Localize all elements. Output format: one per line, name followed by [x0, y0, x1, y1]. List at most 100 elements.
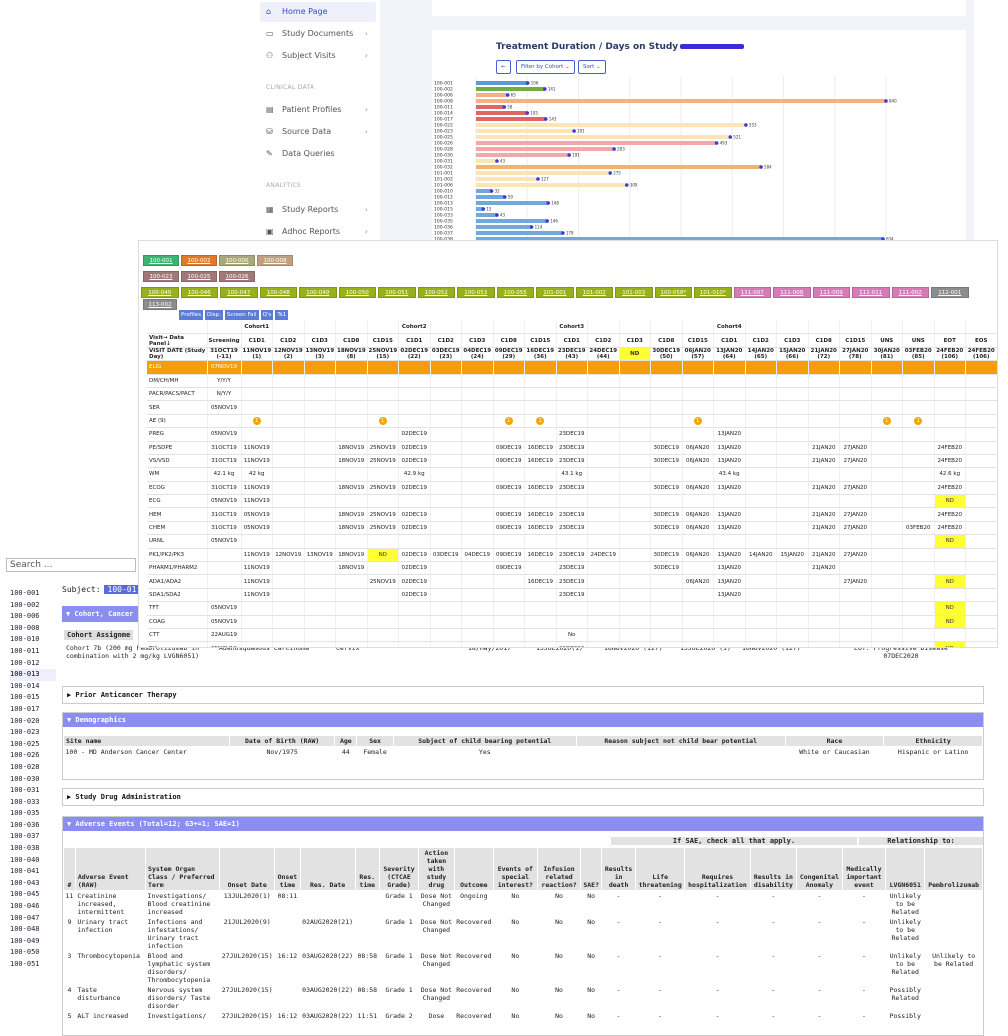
subject-chip[interactable]: 111-002 — [891, 287, 929, 298]
visit-cell[interactable]: 13JAN20 — [713, 481, 746, 496]
visit-cell[interactable]: 16DEC19 — [524, 521, 557, 536]
duration-bar[interactable] — [476, 165, 762, 169]
ae-count-badge[interactable]: 1 — [536, 416, 545, 425]
subject-list-item[interactable]: 100-037 — [10, 831, 56, 843]
duration-bar[interactable] — [476, 201, 549, 205]
search-input[interactable]: Search ... — [6, 558, 136, 572]
visit-cell[interactable]: 18NOV19 — [335, 561, 368, 576]
toolbar-button-disp-[interactable]: Disp. — [204, 310, 223, 320]
visit-cell[interactable]: DM/CH/MH — [147, 374, 208, 388]
subject-list-item[interactable]: 100-046 — [10, 901, 56, 913]
subject-chip[interactable]: 100-050 — [338, 287, 376, 298]
visit-cell[interactable]: TFT — [147, 601, 208, 616]
visit-cell[interactable]: 16DEC19 — [524, 481, 557, 496]
visit-cell[interactable]: 06JAN20 — [682, 548, 714, 563]
visit-cell[interactable]: 13JAN20 — [713, 427, 746, 442]
visit-cell[interactable]: 16DEC19 — [524, 548, 557, 563]
visit-cell[interactable]: ND — [934, 494, 966, 509]
visit-cell[interactable]: 09DEC19 — [493, 481, 525, 496]
visit-cell[interactable]: 21JAN20 — [808, 548, 840, 563]
visit-cell[interactable]: 21JAN20 — [808, 507, 840, 522]
visit-cell[interactable]: 42.9 kg — [398, 467, 431, 482]
visit-cell[interactable]: 24DEC19 — [587, 548, 620, 563]
visit-cell[interactable]: 25NOV19 — [367, 507, 399, 522]
visit-cell[interactable]: 13NOV19 — [304, 548, 336, 563]
subject-chip[interactable]: 100-040 — [141, 287, 179, 298]
prior-therapy-header[interactable]: ▶ Prior Anticancer Therapy — [63, 687, 983, 701]
visit-cell[interactable]: 13JAN20 — [713, 521, 746, 536]
subject-list-item[interactable]: 100-006 — [10, 611, 56, 623]
visit-cell[interactable]: 30DEC19 — [650, 521, 683, 536]
subject-list-item[interactable]: 100-010 — [10, 634, 56, 646]
subject-chip[interactable]: 111-007 — [733, 287, 771, 298]
visit-cell[interactable]: 03FEB20 — [902, 521, 935, 536]
visit-cell[interactable]: 30DEC19 — [650, 441, 683, 455]
visit-cell[interactable]: 31OCT19 — [207, 521, 242, 536]
visit-cell[interactable]: 03DEC19 — [430, 548, 462, 563]
visit-cell[interactable]: 09DEC19 — [493, 521, 525, 536]
visit-cell[interactable]: 23DEC19 — [556, 507, 588, 522]
visit-cell[interactable]: N/Y/Y — [207, 387, 242, 402]
visit-cell[interactable]: 02DEC19 — [398, 507, 431, 522]
visit-cell[interactable]: 09DEC19 — [493, 454, 525, 469]
subject-list-item[interactable]: 100-031 — [10, 785, 56, 797]
visit-cell[interactable]: 05NOV19 — [241, 507, 273, 522]
subject-list-item[interactable]: 100-028 — [10, 762, 56, 774]
visit-cell[interactable]: 05NOV19 — [207, 534, 242, 549]
duration-bar[interactable] — [476, 135, 731, 139]
visit-cell[interactable]: 43.4 kg — [713, 467, 746, 482]
visit-cell[interactable]: VS/VSD — [147, 454, 208, 469]
visit-cell[interactable]: 05NOV19 — [207, 427, 242, 442]
subject-chip[interactable]: 101-010* — [694, 287, 732, 298]
duration-bar[interactable] — [476, 123, 746, 127]
subject-list-item[interactable]: 100-040 — [10, 855, 56, 867]
duration-bar[interactable] — [476, 141, 717, 145]
visit-cell[interactable]: WM — [147, 467, 208, 482]
subject-list-item[interactable]: 100-036 — [10, 820, 56, 832]
nav-item-patient-profiles[interactable]: ▤ Patient Profiles › — [260, 100, 376, 120]
visit-cell[interactable]: PK1/PK2/PK3 — [147, 548, 208, 563]
visit-cell[interactable]: 18NOV19 — [335, 481, 368, 496]
visit-cell[interactable]: URNL — [147, 534, 208, 549]
subject-chip[interactable]: 100-051 — [378, 287, 416, 298]
visit-cell[interactable]: 05NOV19 — [207, 400, 242, 415]
visit-cell[interactable]: 27JAN20 — [839, 481, 872, 496]
visit-cell[interactable]: 24FEB20 — [934, 507, 966, 522]
visit-cell[interactable]: CHEM — [147, 521, 208, 536]
visit-cell[interactable]: 18NOV19 — [335, 507, 368, 522]
visit-cell[interactable]: 1 — [902, 414, 935, 429]
visit-cell[interactable]: 07NOV19 — [207, 360, 242, 375]
duration-bar[interactable] — [476, 87, 545, 91]
visit-cell[interactable]: 42 kg — [241, 467, 273, 482]
visit-cell[interactable]: 02DEC19 — [398, 481, 431, 496]
visit-cell[interactable]: 09DEC19 — [493, 548, 525, 563]
visit-cell[interactable]: 02DEC19 — [398, 521, 431, 536]
visit-cell[interactable]: 13JAN20 — [713, 574, 746, 589]
visit-cell[interactable]: 1 — [524, 414, 557, 429]
visit-cell[interactable]: ND — [934, 601, 966, 616]
visit-cell[interactable]: 23DEC19 — [556, 481, 588, 496]
visit-cell[interactable]: 12NOV19 — [272, 548, 305, 563]
ae-count-badge[interactable]: 1 — [252, 416, 261, 425]
subject-list-item[interactable]: 100-008 — [10, 623, 56, 635]
visit-cell[interactable]: PACR/PACS/PACT — [147, 387, 208, 402]
visit-cell[interactable]: ECOG — [147, 481, 208, 496]
visit-cell[interactable]: HEM — [147, 507, 208, 522]
subject-list-item[interactable]: 100-049 — [10, 936, 56, 948]
duration-bar[interactable] — [476, 213, 497, 217]
visit-cell[interactable]: 02DEC19 — [398, 454, 431, 469]
visit-cell[interactable]: ND — [367, 548, 399, 563]
visit-cell[interactable]: 21JAN20 — [808, 561, 840, 576]
subject-list-item[interactable]: 100-011 — [10, 646, 56, 658]
visit-cell[interactable]: 05NOV19 — [207, 615, 242, 629]
toolbar-button-q-s[interactable]: Q's — [260, 310, 274, 320]
visit-cell[interactable]: 30DEC19 — [650, 561, 683, 576]
visit-cell[interactable]: 1 — [682, 414, 714, 429]
visit-cell[interactable]: ND — [934, 615, 966, 629]
visit-cell[interactable]: 14JAN20 — [745, 548, 777, 563]
visit-cell[interactable]: 27JAN20 — [839, 454, 872, 469]
visit-cell[interactable]: 21JAN20 — [808, 481, 840, 496]
visit-cell[interactable]: 11NOV19 — [241, 441, 273, 455]
visit-cell[interactable]: 1 — [493, 414, 525, 429]
visit-cell[interactable]: ECG — [147, 494, 208, 509]
